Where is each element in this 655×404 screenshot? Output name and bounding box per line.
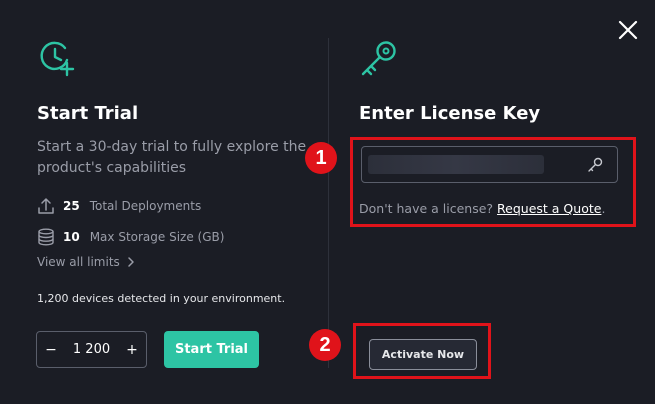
chevron-right-icon [128, 257, 134, 267]
callout-1: 1 [305, 142, 337, 174]
close-button[interactable] [616, 18, 640, 42]
device-count-stepper: − 1 200 + [36, 331, 147, 368]
clock-plus-icon [40, 41, 75, 77]
license-title: Enter License Key [359, 103, 541, 124]
highlight-box-activate [353, 323, 491, 379]
stat-deployments-label: Total Deployments [89, 199, 202, 213]
upload-icon [38, 198, 54, 214]
panel-divider [328, 38, 329, 368]
decrement-button[interactable]: − [44, 342, 58, 358]
start-trial-button[interactable]: Start Trial [164, 331, 259, 368]
license-modal: Start Trial Start a 30-day trial to full… [0, 0, 655, 404]
device-count-value[interactable]: 1 200 [73, 342, 110, 357]
callout-2: 2 [309, 329, 341, 361]
key-icon [361, 41, 396, 76]
trial-description: Start a 30-day trial to fully explore th… [37, 139, 307, 176]
close-icon [618, 20, 638, 40]
stat-deployments-value: 25 [63, 199, 80, 213]
stat-storage-label: Max Storage Size (GB) [89, 230, 225, 244]
stat-storage-value: 10 [63, 230, 80, 244]
increment-button[interactable]: + [125, 342, 139, 358]
stat-deployments: 25 Total Deployments [37, 196, 201, 216]
trial-title: Start Trial [37, 103, 139, 124]
view-all-limits-link[interactable]: View all limits [37, 255, 135, 269]
highlight-box-license [350, 137, 636, 227]
view-all-limits-label: View all limits [37, 255, 120, 269]
devices-detected-text: 1,200 devices detected in your environme… [37, 292, 286, 305]
stat-storage: 10 Max Storage Size (GB) [37, 227, 224, 247]
database-icon [38, 228, 54, 246]
